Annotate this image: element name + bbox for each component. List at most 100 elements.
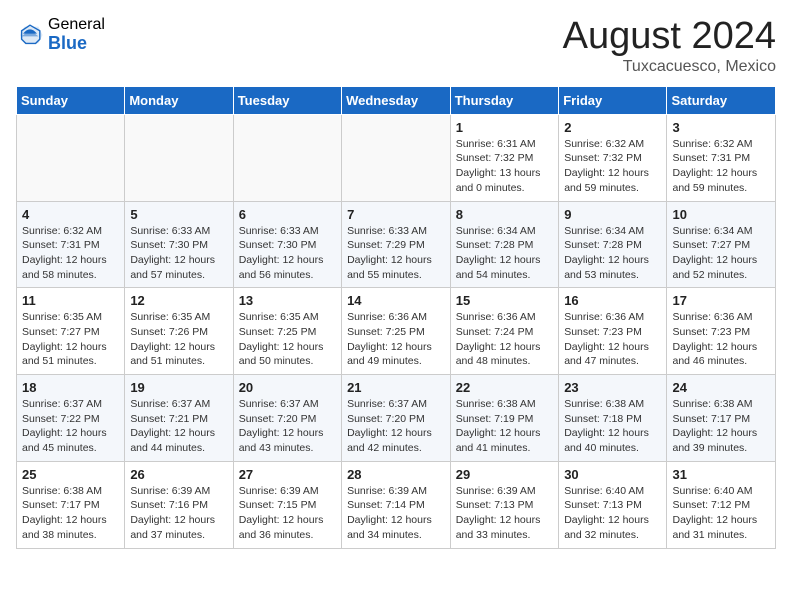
calendar-cell: 6Sunrise: 6:33 AM Sunset: 7:30 PM Daylig… [233, 201, 341, 288]
calendar-cell: 27Sunrise: 6:39 AM Sunset: 7:15 PM Dayli… [233, 461, 341, 548]
day-info: Sunrise: 6:34 AM Sunset: 7:27 PM Dayligh… [672, 224, 770, 283]
day-info: Sunrise: 6:34 AM Sunset: 7:28 PM Dayligh… [456, 224, 553, 283]
day-info: Sunrise: 6:33 AM Sunset: 7:30 PM Dayligh… [130, 224, 227, 283]
day-info: Sunrise: 6:37 AM Sunset: 7:22 PM Dayligh… [22, 397, 119, 456]
day-info: Sunrise: 6:38 AM Sunset: 7:17 PM Dayligh… [22, 484, 119, 543]
day-number: 15 [456, 293, 553, 308]
day-number: 31 [672, 467, 770, 482]
calendar-cell: 17 Sunrise: 6:36 AM Sunset: 7:23 PM Dayli… [667, 288, 776, 375]
logo-blue: Blue [48, 34, 105, 54]
day-number: 23 [564, 380, 661, 395]
day-info: Sunrise: 6:33 AM Sunset: 7:30 PM Dayligh… [239, 224, 336, 283]
day-number: 25 [22, 467, 119, 482]
calendar-cell: 15 Sunrise: 6:36 AM Sunset: 7:24 PM Dayli… [450, 288, 558, 375]
day-info: Sunrise: 6:34 AM Sunset: 7:28 PM Dayligh… [564, 224, 661, 283]
calendar-cell: 30 Sunrise: 6:40 AM Sunset: 7:13 PM Dayli… [559, 461, 667, 548]
day-info: Sunrise: 6:36 AM Sunset: 7:23 PM Dayligh… [672, 310, 770, 369]
day-number: 30 [564, 467, 661, 482]
calendar-cell: 28Sunrise: 6:39 AM Sunset: 7:14 PM Dayli… [342, 461, 451, 548]
day-info: Sunrise: 6:32 AM Sunset: 7:31 PM Dayligh… [672, 137, 770, 196]
day-number: 20 [239, 380, 336, 395]
calendar-cell: 31 Sunrise: 6:40 AM Sunset: 7:12 PM Dayli… [667, 461, 776, 548]
page-header: General Blue August 2024 Tuxcacuesco, Me… [16, 16, 776, 76]
logo-general: General [48, 16, 105, 34]
day-info: Sunrise: 6:39 AM Sunset: 7:13 PM Dayligh… [456, 484, 553, 543]
weekday-header-monday: Monday [125, 86, 233, 114]
day-info: Sunrise: 6:31 AM Sunset: 7:32 PM Dayligh… [456, 137, 553, 196]
day-number: 18 [22, 380, 119, 395]
day-info: Sunrise: 6:39 AM Sunset: 7:15 PM Dayligh… [239, 484, 336, 543]
day-info: Sunrise: 6:40 AM Sunset: 7:13 PM Dayligh… [564, 484, 661, 543]
day-number: 4 [22, 207, 119, 222]
title-block: August 2024 Tuxcacuesco, Mexico [563, 16, 776, 76]
day-info: Sunrise: 6:37 AM Sunset: 7:20 PM Dayligh… [239, 397, 336, 456]
day-info: Sunrise: 6:35 AM Sunset: 7:25 PM Dayligh… [239, 310, 336, 369]
day-number: 28 [347, 467, 445, 482]
day-number: 10 [672, 207, 770, 222]
day-number: 5 [130, 207, 227, 222]
calendar-cell: 25 Sunrise: 6:38 AM Sunset: 7:17 PM Dayli… [17, 461, 125, 548]
calendar-cell: 16Sunrise: 6:36 AM Sunset: 7:23 PM Dayli… [559, 288, 667, 375]
day-info: Sunrise: 6:40 AM Sunset: 7:12 PM Dayligh… [672, 484, 770, 543]
day-number: 22 [456, 380, 553, 395]
calendar-cell: 21 Sunrise: 6:37 AM Sunset: 7:20 PM Dayli… [342, 375, 451, 462]
day-number: 21 [347, 380, 445, 395]
calendar-cell: 5 Sunrise: 6:33 AM Sunset: 7:30 PM Daylig… [125, 201, 233, 288]
calendar-cell: 2Sunrise: 6:32 AM Sunset: 7:32 PM Daylig… [559, 114, 667, 201]
calendar-week-row: 18 Sunrise: 6:37 AM Sunset: 7:22 PM Dayli… [17, 375, 776, 462]
day-info: Sunrise: 6:38 AM Sunset: 7:18 PM Dayligh… [564, 397, 661, 456]
day-number: 24 [672, 380, 770, 395]
calendar-week-row: 4 Sunrise: 6:32 AM Sunset: 7:31 PM Daylig… [17, 201, 776, 288]
calendar-cell: 24Sunrise: 6:38 AM Sunset: 7:17 PM Dayli… [667, 375, 776, 462]
calendar-cell [17, 114, 125, 201]
day-number: 26 [130, 467, 227, 482]
calendar-cell: 9 Sunrise: 6:34 AM Sunset: 7:28 PM Daylig… [559, 201, 667, 288]
calendar-cell: 7 Sunrise: 6:33 AM Sunset: 7:29 PM Daylig… [342, 201, 451, 288]
calendar-cell: 1 Sunrise: 6:31 AM Sunset: 7:32 PM Daylig… [450, 114, 558, 201]
day-number: 2 [564, 120, 661, 135]
day-info: Sunrise: 6:37 AM Sunset: 7:21 PM Dayligh… [130, 397, 227, 456]
day-number: 1 [456, 120, 553, 135]
calendar-cell: 4 Sunrise: 6:32 AM Sunset: 7:31 PM Daylig… [17, 201, 125, 288]
day-info: Sunrise: 6:35 AM Sunset: 7:26 PM Dayligh… [130, 310, 227, 369]
day-info: Sunrise: 6:36 AM Sunset: 7:25 PM Dayligh… [347, 310, 445, 369]
weekday-header-row: SundayMondayTuesdayWednesdayThursdayFrid… [17, 86, 776, 114]
calendar-cell [233, 114, 341, 201]
logo-icon [16, 21, 44, 49]
calendar-cell: 12 Sunrise: 6:35 AM Sunset: 7:26 PM Dayli… [125, 288, 233, 375]
calendar-cell: 22 Sunrise: 6:38 AM Sunset: 7:19 PM Dayli… [450, 375, 558, 462]
weekday-header-thursday: Thursday [450, 86, 558, 114]
weekday-header-tuesday: Tuesday [233, 86, 341, 114]
calendar-table: SundayMondayTuesdayWednesdayThursdayFrid… [16, 86, 776, 549]
calendar-week-row: 1 Sunrise: 6:31 AM Sunset: 7:32 PM Daylig… [17, 114, 776, 201]
weekday-header-wednesday: Wednesday [342, 86, 451, 114]
calendar-cell: 29Sunrise: 6:39 AM Sunset: 7:13 PM Dayli… [450, 461, 558, 548]
day-info: Sunrise: 6:36 AM Sunset: 7:23 PM Dayligh… [564, 310, 661, 369]
weekday-header-sunday: Sunday [17, 86, 125, 114]
calendar-cell: 23 Sunrise: 6:38 AM Sunset: 7:18 PM Dayli… [559, 375, 667, 462]
day-number: 7 [347, 207, 445, 222]
calendar-cell: 10 Sunrise: 6:34 AM Sunset: 7:27 PM Dayli… [667, 201, 776, 288]
calendar-cell: 8Sunrise: 6:34 AM Sunset: 7:28 PM Daylig… [450, 201, 558, 288]
day-info: Sunrise: 6:39 AM Sunset: 7:16 PM Dayligh… [130, 484, 227, 543]
calendar-cell: 13 Sunrise: 6:35 AM Sunset: 7:25 PM Dayli… [233, 288, 341, 375]
day-number: 12 [130, 293, 227, 308]
day-number: 17 [672, 293, 770, 308]
calendar-cell: 14 Sunrise: 6:36 AM Sunset: 7:25 PM Dayli… [342, 288, 451, 375]
day-number: 9 [564, 207, 661, 222]
day-info: Sunrise: 6:32 AM Sunset: 7:31 PM Dayligh… [22, 224, 119, 283]
calendar-cell [125, 114, 233, 201]
calendar-cell: 11 Sunrise: 6:35 AM Sunset: 7:27 PM Dayli… [17, 288, 125, 375]
day-info: Sunrise: 6:33 AM Sunset: 7:29 PM Dayligh… [347, 224, 445, 283]
day-info: Sunrise: 6:37 AM Sunset: 7:20 PM Dayligh… [347, 397, 445, 456]
day-info: Sunrise: 6:35 AM Sunset: 7:27 PM Dayligh… [22, 310, 119, 369]
day-number: 14 [347, 293, 445, 308]
day-info: Sunrise: 6:36 AM Sunset: 7:24 PM Dayligh… [456, 310, 553, 369]
calendar-cell [342, 114, 451, 201]
day-number: 13 [239, 293, 336, 308]
logo: General Blue [16, 16, 105, 53]
day-info: Sunrise: 6:38 AM Sunset: 7:19 PM Dayligh… [456, 397, 553, 456]
day-number: 3 [672, 120, 770, 135]
day-number: 11 [22, 293, 119, 308]
calendar-cell: 19Sunrise: 6:37 AM Sunset: 7:21 PM Dayli… [125, 375, 233, 462]
